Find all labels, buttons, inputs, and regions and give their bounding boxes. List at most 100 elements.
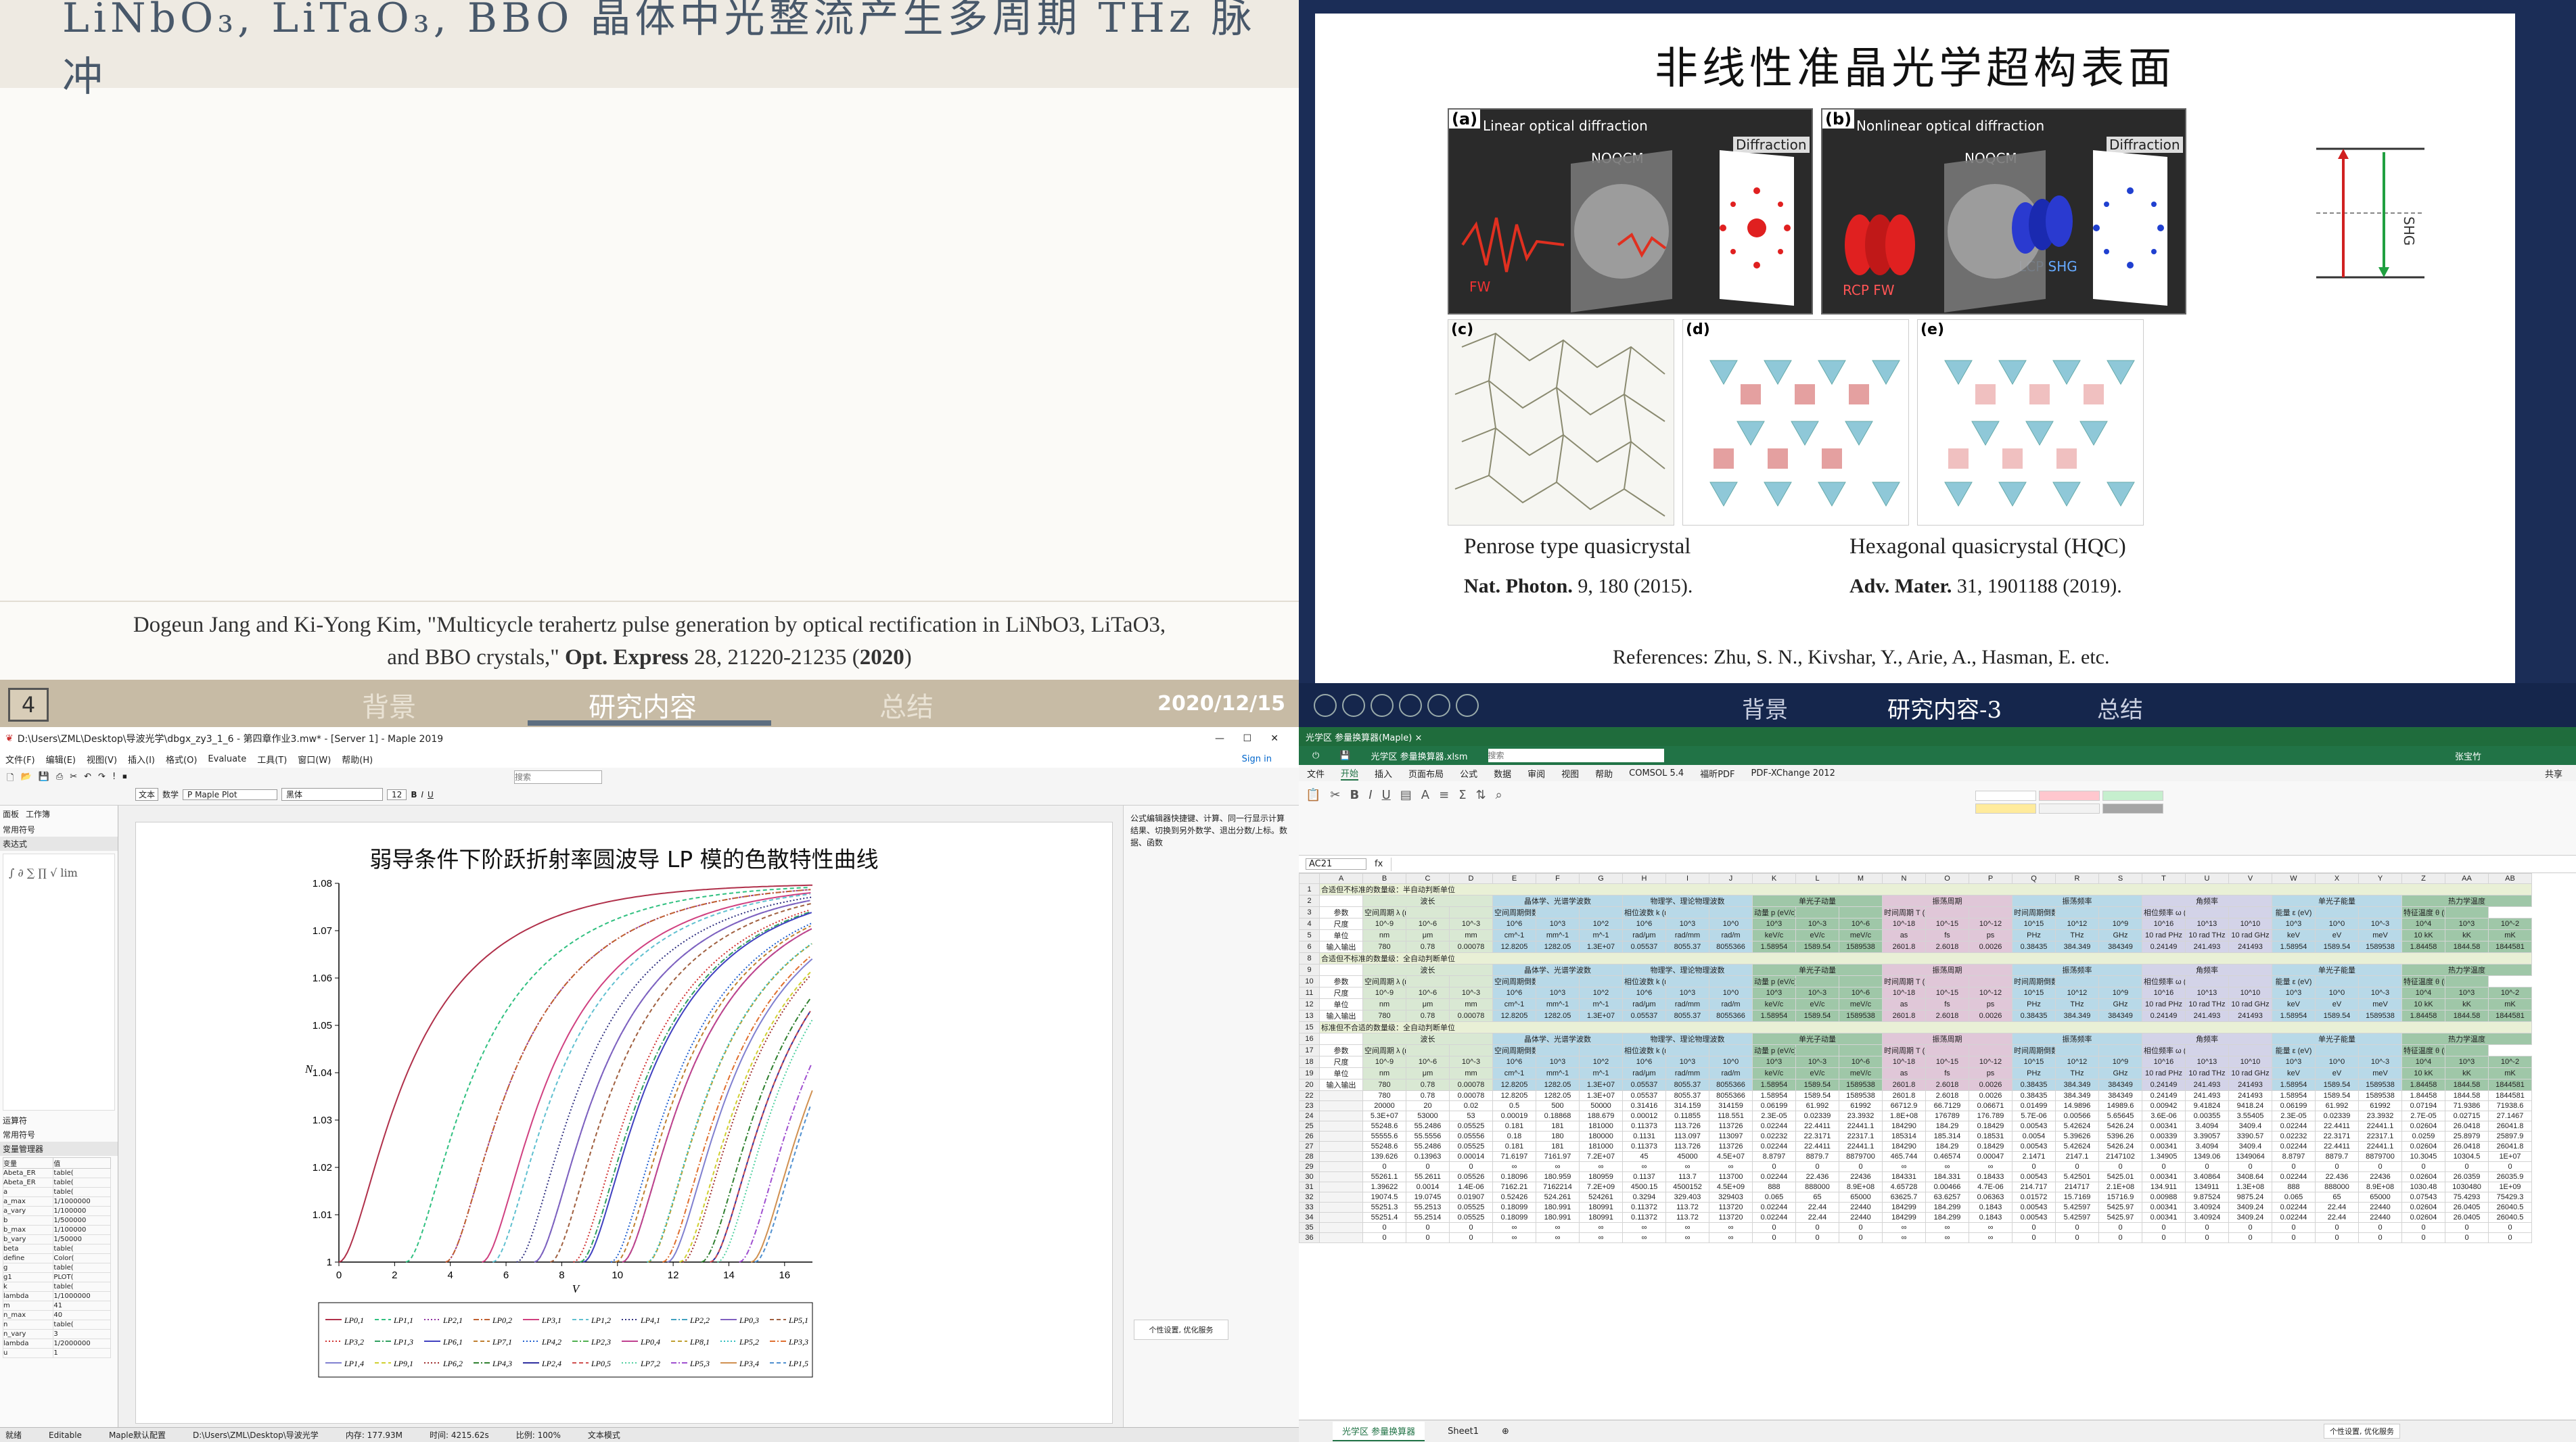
- cell[interactable]: 10^-15: [1925, 987, 1969, 999]
- column-header[interactable]: E: [1492, 873, 1536, 884]
- cell[interactable]: 113097: [1709, 1131, 1753, 1142]
- cell[interactable]: 61.992: [2315, 1100, 2359, 1111]
- cell[interactable]: 0: [2098, 1222, 2142, 1233]
- cell[interactable]: 5396.26: [2098, 1131, 2142, 1142]
- cell[interactable]: 26.0418: [2445, 1141, 2489, 1152]
- cell[interactable]: 3409.4: [2228, 1141, 2272, 1152]
- cell[interactable]: meV/c: [1839, 1067, 1883, 1079]
- section-variables[interactable]: 变量管理器: [0, 1142, 118, 1156]
- cell[interactable]: 241.493: [2185, 941, 2229, 953]
- cell[interactable]: 55248.6: [1362, 1121, 1406, 1132]
- cell[interactable]: [1319, 1212, 1363, 1223]
- close-icon[interactable]: ✕: [1270, 733, 1279, 744]
- cell[interactable]: 0.0026: [1969, 1090, 2013, 1101]
- cell[interactable]: meV/c: [1839, 929, 1883, 941]
- cell[interactable]: 8055366: [1709, 1090, 1753, 1101]
- cell[interactable]: 8.8797: [2272, 1151, 2316, 1162]
- cell[interactable]: 5.42597: [2055, 1202, 2099, 1213]
- cell[interactable]: [2055, 906, 2099, 918]
- cell[interactable]: [1709, 975, 1753, 987]
- cell[interactable]: 10^6: [1492, 1056, 1536, 1068]
- cell[interactable]: 50000: [1579, 1100, 1623, 1111]
- cell[interactable]: 相位频率 ω (rad/Hz): [2142, 1044, 2186, 1056]
- cell[interactable]: mm: [1449, 1067, 1493, 1079]
- column-header[interactable]: A: [1319, 873, 1363, 884]
- cell[interactable]: 0.02604: [2401, 1141, 2445, 1152]
- cell[interactable]: 1589538: [2358, 1010, 2402, 1022]
- cell[interactable]: fs: [1925, 929, 1969, 941]
- cell[interactable]: 8055366: [1709, 941, 1753, 953]
- cell[interactable]: 0: [1795, 1222, 1839, 1233]
- cell[interactable]: 能量 ε (eV): [2272, 975, 2316, 987]
- cell[interactable]: nm: [1362, 1067, 1406, 1079]
- cell[interactable]: 7.2E+07: [1579, 1151, 1623, 1162]
- cell[interactable]: 0: [2098, 1161, 2142, 1172]
- variable-row[interactable]: n_vary 3: [2, 1329, 111, 1339]
- cell[interactable]: 相位波数 k (rad/m): [1622, 975, 1666, 987]
- cell[interactable]: 0.02244: [1752, 1212, 1796, 1223]
- cell[interactable]: 22317.1: [2358, 1131, 2402, 1142]
- cell[interactable]: 184299: [1882, 1212, 1926, 1223]
- cell[interactable]: 10^-18: [1882, 918, 1926, 930]
- cell[interactable]: 0: [1752, 1232, 1796, 1243]
- cell[interactable]: 10^-3: [1795, 1056, 1839, 1068]
- cell[interactable]: 888000: [2315, 1182, 2359, 1192]
- cell[interactable]: 27.1467: [2488, 1111, 2532, 1121]
- cell[interactable]: 1589.54: [1795, 1090, 1839, 1101]
- cell[interactable]: 53: [1449, 1111, 1493, 1121]
- cell[interactable]: 时间周期倒数 f (Hz): [2012, 906, 2056, 918]
- cell[interactable]: 0: [2055, 1161, 2099, 1172]
- cell[interactable]: 241493: [2228, 1079, 2272, 1091]
- cell[interactable]: 26040.5: [2488, 1212, 2532, 1223]
- cell[interactable]: 65: [1795, 1192, 1839, 1203]
- cell[interactable]: [1319, 1222, 1363, 1233]
- menu-window[interactable]: 窗口(W): [298, 753, 331, 766]
- cell[interactable]: 63625.7: [1882, 1192, 1926, 1203]
- cell[interactable]: 55.2513: [1406, 1202, 1450, 1213]
- cell[interactable]: 0.46574: [1925, 1151, 1969, 1162]
- cell[interactable]: rad/μm: [1622, 929, 1666, 941]
- cell[interactable]: 45000: [1665, 1151, 1709, 1162]
- print-icon[interactable]: ⎙: [56, 772, 63, 787]
- cell[interactable]: 184.29: [1925, 1121, 1969, 1132]
- cell[interactable]: 0.00543: [2012, 1121, 2056, 1132]
- cell[interactable]: 2147.1: [2055, 1151, 2099, 1162]
- cell[interactable]: 0.02604: [2401, 1202, 2445, 1213]
- cell[interactable]: [1319, 964, 1363, 976]
- sheet-tab-converter[interactable]: 光学区 参量换算器: [1333, 1421, 1425, 1441]
- cell[interactable]: 0.05537: [1622, 941, 1666, 953]
- cell[interactable]: 0.11855: [1665, 1111, 1709, 1121]
- column-header[interactable]: T: [2142, 873, 2186, 884]
- cell[interactable]: 1844581: [2488, 1079, 2532, 1091]
- cell[interactable]: 22.3171: [2315, 1131, 2359, 1142]
- cell[interactable]: 15716.9: [2098, 1192, 2142, 1203]
- cell[interactable]: [1579, 1044, 1623, 1056]
- cell[interactable]: 4500.15: [1622, 1182, 1666, 1192]
- cell[interactable]: 888: [1752, 1182, 1796, 1192]
- cell[interactable]: 0.02232: [2272, 1131, 2316, 1142]
- cell[interactable]: 10^-6: [1839, 1056, 1883, 1068]
- variable-row[interactable]: k table(: [2, 1282, 111, 1292]
- column-header[interactable]: J: [1709, 873, 1753, 884]
- cell[interactable]: 71.6197: [1492, 1151, 1536, 1162]
- cell[interactable]: 0.02232: [1752, 1131, 1796, 1142]
- cell[interactable]: 5.42597: [2055, 1212, 2099, 1223]
- cell[interactable]: 5.65645: [2098, 1111, 2142, 1121]
- bold-icon[interactable]: B: [411, 790, 417, 799]
- tab-background[interactable]: 背景: [1742, 691, 1788, 724]
- cell[interactable]: 61.992: [1795, 1100, 1839, 1111]
- cell[interactable]: 0: [1795, 1232, 1839, 1243]
- cell[interactable]: 26035.9: [2488, 1171, 2532, 1182]
- next-arrow-icon[interactable]: [1342, 694, 1365, 717]
- cell[interactable]: 0.00341: [2142, 1171, 2186, 1182]
- cell[interactable]: 10^3: [2445, 987, 2489, 999]
- cell[interactable]: 1589538: [1839, 1010, 1883, 1022]
- cell[interactable]: 3.55405: [2228, 1111, 2272, 1121]
- cell[interactable]: THz: [2055, 1067, 2099, 1079]
- cell[interactable]: 1844.58: [2445, 1090, 2489, 1101]
- cell[interactable]: 5425.97: [2098, 1212, 2142, 1223]
- cell[interactable]: 0.31416: [1622, 1100, 1666, 1111]
- cell[interactable]: 524261: [1579, 1192, 1623, 1203]
- cell[interactable]: 输入输出: [1319, 941, 1363, 953]
- cell[interactable]: 10 rad PHz: [2142, 998, 2186, 1010]
